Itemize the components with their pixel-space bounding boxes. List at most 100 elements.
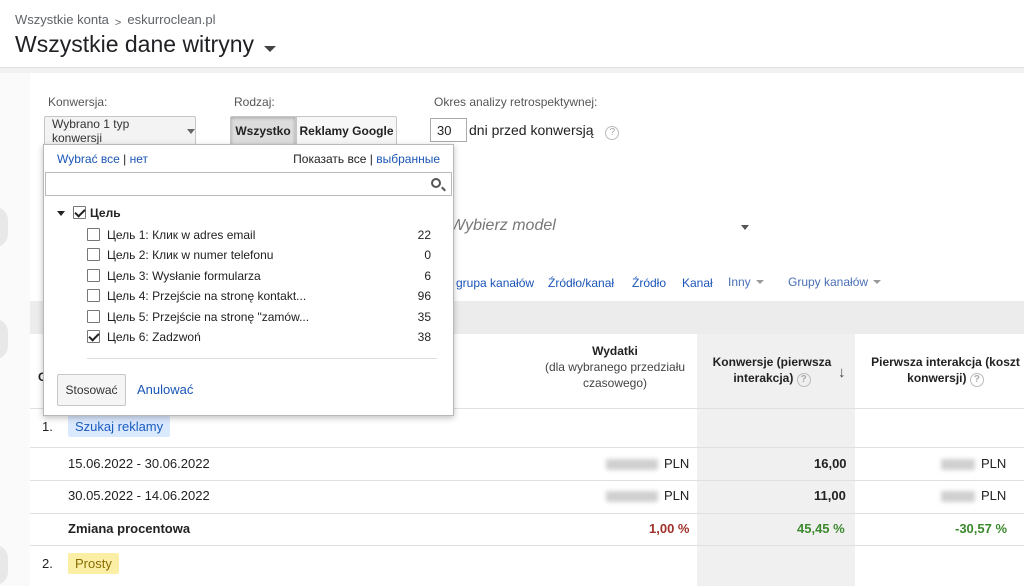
dimension-source[interactable]: Źródło: [632, 276, 666, 290]
lookback-label: Okres analizy retrospektywnej:: [434, 95, 598, 109]
sort-down-icon[interactable]: ↓: [838, 364, 846, 381]
row-divider: [30, 545, 1024, 546]
breadcrumb-site[interactable]: eskurroclean.pl: [127, 12, 215, 27]
breadcrumb: Wszystkie konta > eskurroclean.pl: [15, 12, 216, 29]
redacted-value: [941, 459, 975, 471]
view-selector[interactable]: Wszystkie dane witryny: [15, 31, 277, 58]
show-selected-link[interactable]: выбранные: [376, 152, 440, 166]
change-first-interaction: -30,57 %: [955, 521, 1008, 536]
apply-button[interactable]: Stosować: [57, 374, 126, 406]
goal-checkbox[interactable]: [87, 248, 100, 261]
caret-down-icon[interactable]: [741, 225, 749, 230]
redacted-value: [606, 459, 658, 471]
lookback-suffix: dni przed konwersją ?: [469, 122, 620, 140]
change-spend: 1,00 %: [649, 521, 690, 536]
breadcrumb-root[interactable]: Wszystkie konta: [15, 12, 109, 27]
goal-count: 38: [417, 330, 431, 344]
change-conversions: 45,45 %: [797, 521, 845, 536]
show-controls: Показать все | выбранные: [293, 152, 440, 166]
dimension-channel-groups-dropdown[interactable]: Grupy kanałów: [788, 275, 882, 289]
sidebar-handle[interactable]: [0, 545, 8, 585]
dimension-channel-group[interactable]: grupa kanałów: [456, 276, 534, 290]
row-divider: [30, 513, 1024, 514]
first-currency: PLN: [981, 456, 1007, 471]
spend-header-sub: czasowego): [582, 376, 648, 390]
conversion-select-value: Wybrano 1 typ konwersji: [52, 117, 130, 145]
goal-label: Цель 5: Przejście na stronę "zamów...: [107, 310, 310, 324]
breadcrumb-separator: >: [114, 16, 122, 29]
spend-currency: PLN: [664, 488, 690, 503]
sidebar-handle[interactable]: [0, 207, 8, 247]
goal-label: Цель 4: Przejście na stronę kontakt...: [107, 289, 307, 303]
group-badge-search-ads[interactable]: Szukaj reklamy: [68, 416, 171, 437]
goal-label: Цель 2: Клик w numer telefonu: [107, 248, 274, 262]
row-conversions: 16,00: [814, 456, 847, 471]
spend-currency: PLN: [664, 456, 690, 471]
column-header-first-interaction[interactable]: Pierwsza interakcja (koszt konwersji) ?: [858, 354, 1024, 387]
first-currency: PLN: [981, 488, 1007, 503]
goal-checkbox[interactable]: [87, 289, 100, 302]
conversion-dropdown-panel: Wybrać все | нет Показать все | выбранны…: [43, 144, 454, 416]
group-number: 1.: [42, 419, 53, 434]
model-select[interactable]: Wybierz model: [450, 217, 556, 235]
goal-checkbox[interactable]: [87, 310, 100, 323]
row-first-interaction: PLN: [941, 488, 1006, 503]
column-header-spend[interactable]: Wydatki (dla wybranego przedziału czasow…: [535, 343, 695, 391]
goal-count: 0: [424, 248, 431, 262]
help-icon[interactable]: ?: [969, 373, 984, 387]
select-all-controls: Wybrać все | нет: [57, 152, 148, 166]
caret-down-icon: [873, 280, 882, 284]
goal-label: Цель 1: Клик w adres email: [107, 228, 256, 242]
goal-count: 6: [424, 269, 431, 283]
goal-label: Цель 3: Wysłanie formularza: [107, 269, 261, 283]
type-google-ads-button[interactable]: Reklamy Google: [296, 116, 397, 146]
group-checkbox[interactable]: [73, 206, 86, 219]
help-icon[interactable]: ?: [605, 125, 620, 140]
header: Wszystkie konta > eskurroclean.pl Wszyst…: [0, 0, 1024, 68]
select-all-link[interactable]: Wybrać все: [57, 152, 120, 166]
lookback-days-input[interactable]: 30: [430, 118, 467, 142]
dimension-source-medium[interactable]: Źródło/kanał: [548, 276, 614, 290]
first-interaction-header-title: konwersji): [907, 371, 967, 385]
group-number: 2.: [42, 556, 53, 571]
goal-checkbox[interactable]: [87, 330, 100, 343]
row-spend: PLN: [606, 488, 689, 503]
dimension-other-dropdown[interactable]: Inny: [728, 275, 764, 289]
cancel-link[interactable]: Anulować: [137, 382, 193, 397]
show-all-link[interactable]: Показать все: [293, 152, 366, 166]
chevron-down-icon: [264, 45, 277, 52]
goal-count: 22: [417, 228, 431, 242]
sidebar-handle[interactable]: [0, 319, 8, 359]
left-sidebar-strip: [0, 73, 30, 586]
conversion-select[interactable]: Wybrano 1 typ konwersji: [44, 116, 196, 146]
search-icon[interactable]: [431, 178, 441, 188]
row-period: 15.06.2022 - 30.06.2022: [68, 456, 210, 471]
popup-divider: [87, 358, 437, 359]
conversion-label: Konwersja:: [48, 95, 108, 109]
separator: |: [123, 152, 127, 166]
group-label: Цель: [90, 206, 121, 220]
collapse-triangle-icon[interactable]: [57, 211, 65, 216]
redacted-value: [606, 491, 658, 503]
conversions-header-title: Konwersje (pierwsza: [712, 355, 832, 369]
goal-search-input[interactable]: [45, 172, 452, 196]
goal-checkbox[interactable]: [87, 228, 100, 241]
group-badge-direct[interactable]: Prosty: [68, 553, 119, 574]
caret-down-icon: [755, 280, 764, 284]
column-header-conversions[interactable]: Konwersje (pierwsza interakcja) ?: [707, 354, 837, 387]
select-none-link[interactable]: нет: [130, 152, 148, 166]
change-label: Zmiana procentowa: [68, 521, 191, 536]
dimension-channel-groups-label: Grupy kanałów: [788, 275, 869, 289]
caret-down-icon: [187, 128, 195, 134]
goal-checkbox[interactable]: [87, 269, 100, 282]
lookback-suffix-text: dni przed konwersją: [469, 122, 594, 138]
row-divider: [30, 447, 1024, 448]
type-all-button[interactable]: Wszystko: [230, 116, 296, 146]
spend-header-title: Wydatki: [592, 344, 638, 358]
help-icon[interactable]: ?: [796, 373, 811, 387]
goal-label: Цель 6: Zadzwoń: [107, 330, 201, 344]
dimension-medium[interactable]: Kanał: [682, 276, 713, 290]
first-interaction-header-title: Pierwsza interakcja (koszt: [871, 355, 1020, 369]
row-period: 30.05.2022 - 14.06.2022: [68, 488, 210, 503]
goal-count: 96: [417, 289, 431, 303]
